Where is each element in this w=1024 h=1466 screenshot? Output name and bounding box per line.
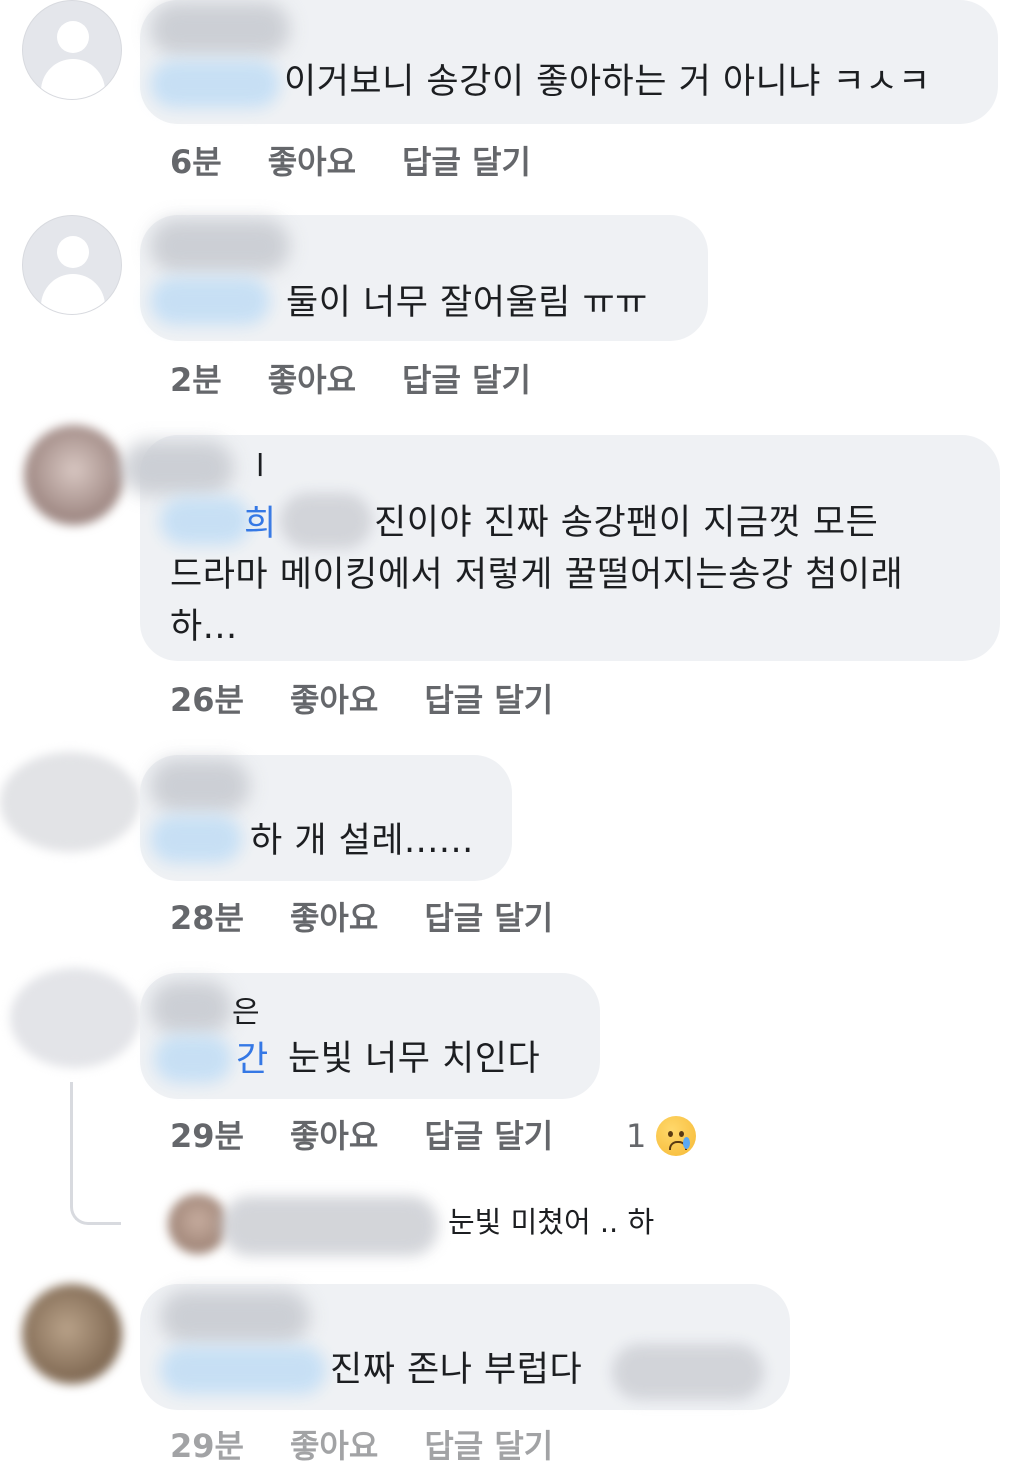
author-name-stub: 은: [232, 995, 260, 1030]
comment-text: 둘이 너무 잘어울림 ㅠㅠ: [286, 283, 648, 323]
comment-text-line-1: 진이야 진짜 송강팬이 지금껏 모든: [374, 503, 879, 543]
avatar-body-icon: [41, 274, 105, 314]
like-button[interactable]: 좋아요: [290, 1426, 378, 1466]
profile-photo-avatar[interactable]: [10, 968, 140, 1068]
blurred-mention[interactable]: [150, 60, 280, 108]
comment-bubble: 진짜 존나 부럽다: [140, 1284, 790, 1410]
emoji-tear: [683, 1137, 690, 1149]
blurred-mention[interactable]: [160, 497, 250, 545]
blurred-mention[interactable]: [150, 277, 270, 325]
reaction-count[interactable]: 1: [626, 1116, 646, 1156]
blurred-author-name[interactable]: [150, 759, 250, 813]
comment-meta: 29분 좋아요 답글 달기: [170, 1426, 599, 1466]
comment-time: 28분: [170, 899, 244, 937]
reply-avatar[interactable]: [168, 1194, 228, 1254]
avatar-head-icon: [57, 236, 89, 268]
comment-text: 하 개 설레......: [250, 821, 474, 861]
comment-time: 29분: [170, 1117, 244, 1155]
blurred-mention[interactable]: [160, 1346, 326, 1394]
like-button[interactable]: 좋아요: [268, 360, 356, 400]
reply-text: 눈빛 미쳤어 .. 하: [448, 1205, 655, 1239]
comment-meta: 28분 좋아요 답글 달기: [170, 898, 599, 938]
avatar-head-icon: [57, 21, 89, 53]
blurred-tagged-name[interactable]: [612, 1344, 764, 1400]
blurred-author-name[interactable]: [122, 441, 234, 495]
comment-text-line-3: 하...: [170, 607, 238, 647]
emoji-eye: [679, 1131, 684, 1137]
comment-meta: 6분 좋아요 답글 달기: [170, 142, 577, 182]
avatar-body-icon: [41, 59, 105, 99]
comment-bubble: l 희 진이야 진짜 송강팬이 지금껏 모든 드라마 메이킹에서 저렇게 꿀떨어…: [122, 435, 1000, 661]
comment-text-line-2: 드라마 메이킹에서 저렇게 꿀떨어지는송강 첨이래: [170, 555, 904, 595]
default-avatar[interactable]: [22, 215, 122, 315]
blurred-mention[interactable]: [154, 1035, 232, 1083]
comment-time: 29분: [170, 1427, 244, 1465]
comment-time: 26분: [170, 681, 244, 719]
mention-fragment[interactable]: 간: [236, 1035, 268, 1085]
blurred-author-name[interactable]: [150, 219, 290, 273]
comment-bubble: 이거보니 송강이 좋아하는 거 아니냐 ㅋㅅㅋ: [140, 0, 998, 124]
reply-button[interactable]: 답글 달기: [424, 680, 553, 720]
author-name-stub: l: [256, 449, 265, 484]
profile-photo-avatar[interactable]: [24, 425, 124, 525]
comment-meta: 26분 좋아요 답글 달기: [170, 680, 599, 720]
comment-text: 이거보니 송강이 좋아하는 거 아니냐 ㅋㅅㅋ: [284, 62, 931, 102]
blurred-author-name[interactable]: [150, 981, 232, 1035]
blurred-author-name[interactable]: [150, 2, 290, 56]
reply-thread-line: [70, 1082, 121, 1225]
default-avatar[interactable]: [22, 0, 122, 100]
blurred-author-name[interactable]: [160, 1290, 310, 1344]
profile-photo-avatar[interactable]: [22, 1284, 122, 1384]
comment-bubble: 은 간 눈빛 너무 치인다: [140, 973, 600, 1099]
comment-bubble: 하 개 설레......: [140, 755, 512, 881]
like-button[interactable]: 좋아요: [290, 680, 378, 720]
comment-bubble: 둘이 너무 잘어울림 ㅠㅠ: [140, 215, 708, 341]
sad-tear-emoji-icon[interactable]: [656, 1116, 696, 1156]
like-button[interactable]: 좋아요: [268, 142, 356, 182]
mention-fragment[interactable]: 희: [244, 499, 276, 549]
comment-text: 눈빛 너무 치인다: [288, 1039, 541, 1079]
reply-button[interactable]: 답글 달기: [424, 1116, 553, 1156]
profile-photo-avatar[interactable]: [0, 752, 140, 852]
comment-time: 2분: [170, 361, 222, 399]
reply-button[interactable]: 답글 달기: [424, 898, 553, 938]
reply-button[interactable]: 답글 달기: [424, 1426, 553, 1466]
reply-button[interactable]: 답글 달기: [402, 360, 531, 400]
like-button[interactable]: 좋아요: [290, 1116, 378, 1156]
emoji-eye: [668, 1131, 673, 1137]
comment-meta: 2분 좋아요 답글 달기: [170, 360, 577, 400]
comment-meta: 29분 좋아요 답글 달기: [170, 1116, 599, 1156]
comment-time: 6분: [170, 143, 222, 181]
like-button[interactable]: 좋아요: [290, 898, 378, 938]
blurred-mention-name[interactable]: [280, 493, 372, 549]
reply-button[interactable]: 답글 달기: [402, 142, 531, 182]
blurred-mention[interactable]: [150, 815, 242, 863]
comment-text: 진짜 존나 부럽다: [330, 1350, 583, 1390]
blurred-reply-author[interactable]: [222, 1196, 438, 1256]
